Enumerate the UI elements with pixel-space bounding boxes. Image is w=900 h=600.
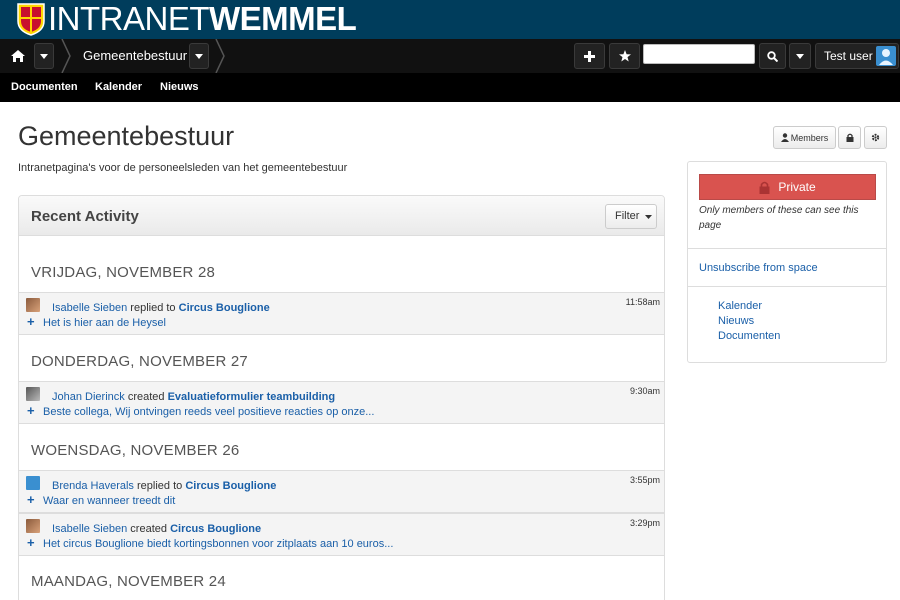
search-options-button[interactable] bbox=[789, 43, 811, 69]
favorites-button[interactable] bbox=[609, 43, 640, 69]
filter-button[interactable]: Filter bbox=[605, 204, 657, 229]
plus-icon: + bbox=[27, 492, 35, 507]
nav-documenten[interactable]: Documenten bbox=[11, 73, 78, 102]
user-avatar bbox=[876, 46, 896, 66]
members-button[interactable]: Members bbox=[773, 126, 836, 149]
divider bbox=[688, 248, 886, 249]
activity-item[interactable]: Isabelle Sieben created Circus Bouglione… bbox=[19, 513, 664, 556]
activity-summary: Isabelle Sieben created Circus Bouglione bbox=[52, 523, 261, 535]
avatar bbox=[26, 476, 40, 490]
activity-action: replied to bbox=[130, 302, 176, 314]
private-label: Private bbox=[778, 180, 816, 194]
unsubscribe-link[interactable]: Unsubscribe from space bbox=[699, 262, 818, 274]
breadcrumb-separator-icon bbox=[215, 39, 225, 73]
user-icon bbox=[780, 133, 789, 142]
nav-nieuws[interactable]: Nieuws bbox=[160, 73, 199, 102]
plus-icon: + bbox=[27, 535, 35, 550]
nav-kalender[interactable]: Kalender bbox=[95, 73, 142, 102]
activity-summary: Isabelle Sieben replied to Circus Bougli… bbox=[52, 302, 270, 314]
activity-summary: Brenda Haverals replied to Circus Bougli… bbox=[52, 480, 276, 492]
activity-action: created bbox=[130, 523, 167, 535]
section-nav: Documenten Kalender Nieuws bbox=[0, 73, 900, 102]
search-button[interactable] bbox=[759, 43, 786, 69]
activity-object[interactable]: Circus Bouglione bbox=[185, 480, 276, 492]
recent-activity-panel: Recent Activity Filter VRIJDAG, NOVEMBER… bbox=[18, 195, 665, 600]
space-dropdown-button[interactable] bbox=[189, 43, 209, 69]
activity-snippet[interactable]: Beste collega, Wij ontvingen reeds veel … bbox=[43, 406, 374, 418]
search-icon bbox=[767, 50, 778, 62]
activity-object[interactable]: Circus Bouglione bbox=[170, 523, 261, 535]
plus-icon: + bbox=[27, 403, 35, 418]
breadcrumb-current[interactable]: Gemeentebestuur bbox=[83, 39, 187, 73]
top-banner: INTRANETWEMMEL bbox=[0, 0, 900, 39]
gear-icon bbox=[871, 133, 880, 142]
caret-down-icon bbox=[195, 53, 203, 59]
star-icon bbox=[618, 50, 631, 62]
activity-snippet[interactable]: Het is hier aan de Heysel bbox=[43, 317, 166, 329]
activity-user[interactable]: Isabelle Sieben bbox=[52, 523, 127, 535]
user-name: Test user bbox=[824, 49, 873, 63]
activity-object[interactable]: Evaluatieformulier teambuilding bbox=[168, 391, 335, 403]
avatar bbox=[26, 387, 40, 401]
day-heading: MAANDAG, NOVEMBER 24 bbox=[31, 573, 226, 590]
day-heading: DONDERDAG, NOVEMBER 27 bbox=[31, 353, 248, 370]
activity-time: 11:58am bbox=[625, 297, 660, 307]
sidebar-link-nieuws[interactable]: Nieuws bbox=[718, 315, 754, 327]
activity-item[interactable]: Brenda Haverals replied to Circus Bougli… bbox=[19, 470, 664, 513]
activity-item[interactable]: Johan Dierinck created Evaluatieformulie… bbox=[19, 381, 664, 424]
top-navbar: Gemeentebestuur Test user bbox=[0, 39, 900, 73]
activity-snippet[interactable]: Het circus Bouglione biedt kortingsbonne… bbox=[43, 538, 393, 550]
activity-object[interactable]: Circus Bouglione bbox=[179, 302, 270, 314]
activity-item[interactable]: Isabelle Sieben replied to Circus Bougli… bbox=[19, 292, 664, 335]
avatar bbox=[26, 298, 40, 312]
activity-user[interactable]: Isabelle Sieben bbox=[52, 302, 127, 314]
user-menu[interactable]: Test user bbox=[815, 43, 899, 69]
panel-title: Recent Activity bbox=[31, 208, 139, 225]
home-button[interactable] bbox=[5, 43, 31, 69]
plus-icon: + bbox=[27, 314, 35, 329]
activity-time: 3:29pm bbox=[629, 518, 660, 528]
members-label: Members bbox=[790, 132, 829, 143]
activity-snippet[interactable]: Waar en wanneer treedt dit bbox=[43, 495, 175, 507]
home-dropdown-button[interactable] bbox=[34, 43, 54, 69]
day-heading: VRIJDAG, NOVEMBER 28 bbox=[31, 264, 216, 281]
home-icon bbox=[11, 50, 25, 62]
activity-time: 3:55pm bbox=[629, 475, 660, 485]
search-input[interactable] bbox=[643, 44, 755, 64]
activity-action: created bbox=[127, 391, 165, 403]
activity-user[interactable]: Brenda Haverals bbox=[52, 480, 134, 492]
brand-bold: WEMMEL bbox=[209, 0, 357, 37]
lock-button[interactable] bbox=[838, 126, 861, 149]
lock-icon bbox=[846, 133, 853, 142]
caret-down-icon bbox=[644, 215, 652, 219]
user-silhouette-icon bbox=[879, 49, 893, 65]
day-heading: WOENSDAG, NOVEMBER 26 bbox=[31, 442, 240, 459]
private-note: Only members of these can see this page bbox=[699, 205, 859, 231]
settings-button[interactable] bbox=[864, 126, 887, 149]
caret-down-icon bbox=[796, 53, 804, 59]
activity-summary: Johan Dierinck created Evaluatieformulie… bbox=[52, 391, 335, 403]
caret-down-icon bbox=[40, 53, 48, 59]
panel-header: Recent Activity Filter bbox=[19, 196, 664, 236]
brand-light: INTRANET bbox=[48, 0, 210, 37]
page-title: Gemeentebestuur bbox=[18, 121, 235, 151]
add-button[interactable] bbox=[574, 43, 605, 69]
private-badge[interactable]: Private bbox=[699, 174, 876, 200]
activity-action: replied to bbox=[137, 480, 183, 492]
sidebar-link-kalender[interactable]: Kalender bbox=[718, 300, 762, 312]
filter-label: Filter bbox=[615, 210, 640, 222]
activity-user[interactable]: Johan Dierinck bbox=[52, 391, 125, 403]
sidebar-link-documenten[interactable]: Documenten bbox=[718, 330, 780, 342]
page-description: Intranetpagina's voor de personeelsleden… bbox=[18, 162, 348, 174]
plus-icon bbox=[584, 50, 595, 62]
activity-time: 9:30am bbox=[629, 386, 660, 396]
space-sidebar: Private Only members of these can see th… bbox=[687, 161, 887, 363]
lock-icon bbox=[759, 181, 770, 194]
avatar bbox=[26, 519, 40, 533]
breadcrumb-separator-icon bbox=[61, 39, 71, 73]
brand-wordmark[interactable]: INTRANETWEMMEL bbox=[48, 0, 357, 37]
wemmel-shield-logo bbox=[17, 3, 45, 36]
divider bbox=[688, 286, 886, 287]
